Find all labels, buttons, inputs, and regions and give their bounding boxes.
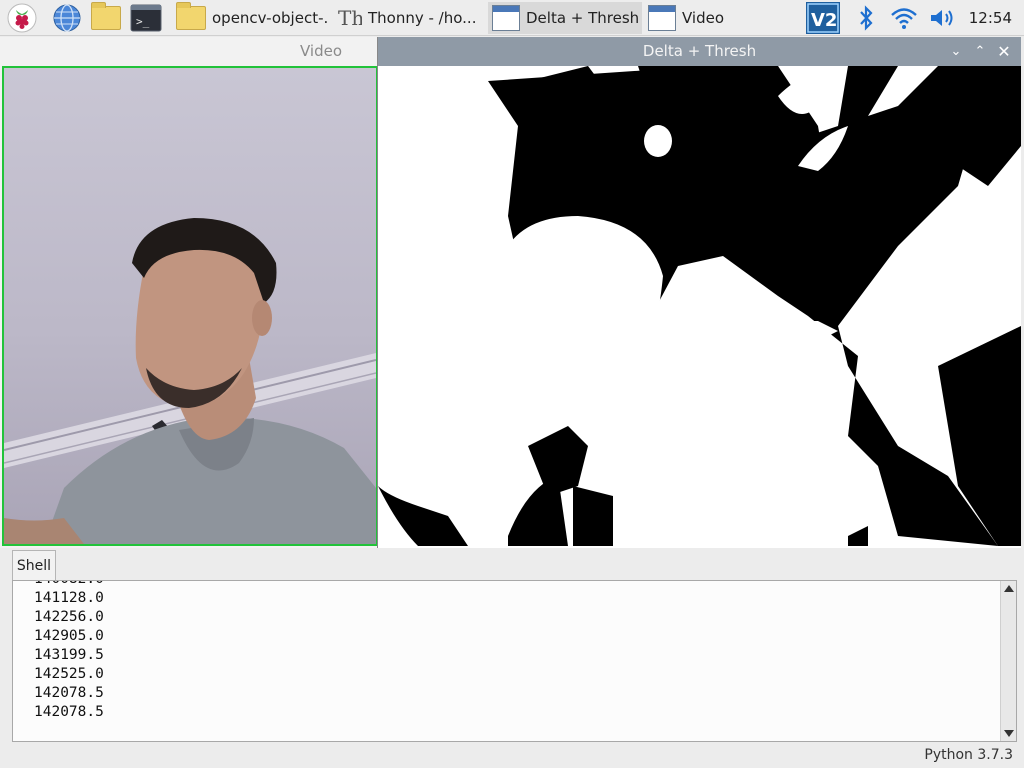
python-version-status[interactable]: Python 3.7.3 xyxy=(924,747,1013,763)
window-icon xyxy=(492,5,520,31)
raspberry-menu-button[interactable] xyxy=(4,2,40,34)
taskbar: >_ opencv-object-... Th Thonny - /ho... … xyxy=(0,0,1024,36)
video-window-title[interactable]: Video xyxy=(0,37,378,66)
globe-icon xyxy=(53,4,81,32)
svg-text:Th: Th xyxy=(338,6,362,30)
wifi-icon xyxy=(891,8,917,29)
maximize-icon[interactable]: ⌃ xyxy=(969,37,991,66)
wifi-tray-button[interactable] xyxy=(888,2,920,34)
web-browser-button[interactable] xyxy=(50,2,84,34)
delta-thresh-titlebar[interactable]: Delta + Thresh ⌄ ⌃ ✕ xyxy=(378,37,1021,66)
scroll-down-arrow-icon[interactable] xyxy=(1004,730,1014,737)
task-delta-thresh[interactable]: Delta + Thresh xyxy=(488,2,642,34)
folder-icon xyxy=(176,2,206,30)
close-icon[interactable]: ✕ xyxy=(993,37,1015,66)
task-label: Video xyxy=(682,9,725,27)
tab-shell[interactable]: Shell xyxy=(12,550,56,580)
bluetooth-tray-button[interactable] xyxy=(854,2,878,34)
task-video[interactable]: Video xyxy=(644,2,794,34)
delta-thresh-window: Delta + Thresh ⌄ ⌃ ✕ xyxy=(377,37,1021,548)
shell-line: 142078.5 xyxy=(34,704,104,720)
vnc-icon: V2 xyxy=(806,2,840,34)
threshold-image xyxy=(378,66,1021,546)
shell-line: 140082.0 xyxy=(34,581,104,589)
svg-text:>_: >_ xyxy=(136,15,150,28)
shell-line: 142256.0 xyxy=(34,609,104,625)
thonny-icon: Th xyxy=(338,6,362,30)
shell-line: 142905.0 xyxy=(34,628,104,644)
file-manager-button[interactable] xyxy=(88,2,124,34)
shell-lines: 140082.0 141128.0 142256.0 142905.0 1431… xyxy=(34,581,104,722)
task-opencv-folder[interactable]: opencv-object-... xyxy=(172,2,328,34)
threshold-feed xyxy=(378,66,1021,546)
video-feed xyxy=(2,66,378,546)
task-label: Delta + Thresh xyxy=(526,9,640,27)
volume-icon xyxy=(931,10,953,26)
task-label: Thonny - /ho... xyxy=(368,9,477,27)
folder-icon xyxy=(91,2,121,30)
task-label: opencv-object-... xyxy=(212,9,328,27)
vnc-tray-button[interactable]: V2 xyxy=(805,2,841,34)
volume-tray-button[interactable] xyxy=(926,2,960,34)
minimize-icon[interactable]: ⌄ xyxy=(945,37,967,66)
terminal-icon: >_ xyxy=(130,4,162,32)
clock[interactable]: 12:54 xyxy=(969,9,1012,27)
svg-text:V2: V2 xyxy=(811,10,837,31)
shell-line: 142078.5 xyxy=(34,685,104,701)
delta-thresh-title: Delta + Thresh xyxy=(642,42,757,60)
task-thonny[interactable]: Th Thonny - /ho... xyxy=(332,2,484,34)
shell-line: 143199.5 xyxy=(34,647,104,663)
shell-line: 142525.0 xyxy=(34,666,104,682)
raspberry-icon xyxy=(7,3,37,33)
terminal-button[interactable]: >_ xyxy=(128,2,164,34)
shell-scrollbar[interactable] xyxy=(1000,581,1016,741)
shell-output[interactable]: 140082.0 141128.0 142256.0 142905.0 1431… xyxy=(12,580,1017,742)
window-icon xyxy=(648,5,676,31)
video-window: Video xyxy=(0,37,378,548)
scroll-up-arrow-icon[interactable] xyxy=(1004,585,1014,592)
webcam-image xyxy=(4,218,376,544)
bluetooth-icon xyxy=(860,5,873,31)
shell-line: 141128.0 xyxy=(34,590,104,606)
